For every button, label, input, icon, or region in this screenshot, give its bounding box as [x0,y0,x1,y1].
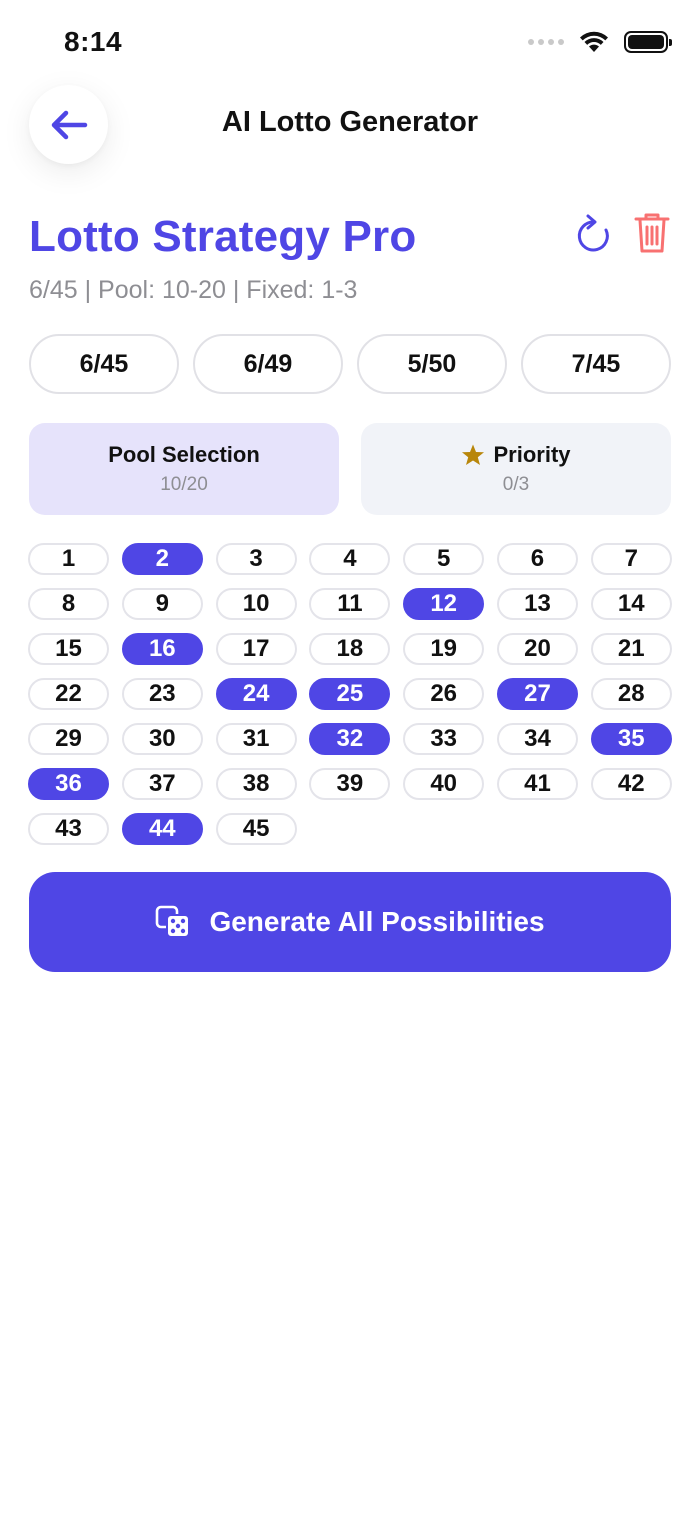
number-chip-1[interactable]: 1 [28,543,109,575]
lotto-generator-screen: 8:14 AI Lotto Generator Lotto Strategy P… [0,0,700,1515]
strategy-title: Lotto Strategy Pro [29,212,417,261]
tab-pool-selection[interactable]: Pool Selection 10/20 [29,423,339,515]
number-chip-4[interactable]: 4 [309,543,391,575]
format-pill-5-50[interactable]: 5/50 [357,334,507,394]
number-chip-9[interactable]: 9 [121,588,203,620]
signal-icon [528,39,564,45]
number-chip-20[interactable]: 20 [496,633,578,665]
tab-priority-label: Priority [493,442,571,467]
generate-all-button[interactable]: Generate All Possibilities [29,872,671,972]
number-chip-39[interactable]: 39 [309,768,391,800]
number-chip-34[interactable]: 34 [496,723,578,755]
number-chip-40[interactable]: 40 [403,768,485,800]
number-chip-22[interactable]: 22 [28,678,109,710]
number-chip-7[interactable]: 7 [590,543,672,575]
number-chip-8[interactable]: 8 [28,588,109,620]
battery-icon [624,31,672,53]
number-grid: 1 2 3 4 5 6 7 8 9 10 11 12 13 14 15 16 17 18 19 20 21 22 23 24 2… [28,543,672,845]
number-chip-13[interactable]: 13 [496,588,578,620]
number-chip-25[interactable]: 25 [309,678,391,710]
number-chip-5[interactable]: 5 [403,543,485,575]
number-chip-27[interactable]: 27 [496,678,578,710]
trash-icon [634,213,670,253]
number-chip-36[interactable]: 36 [28,768,109,800]
number-chip-16[interactable]: 16 [121,633,203,665]
number-chip-6[interactable]: 6 [496,543,578,575]
tab-priority-label-row: Priority [461,442,571,468]
number-chip-3[interactable]: 3 [215,543,297,575]
number-chip-21[interactable]: 21 [590,633,672,665]
number-chip-30[interactable]: 30 [121,723,203,755]
tab-priority-count: 0/3 [502,474,530,495]
number-chip-26[interactable]: 26 [403,678,485,710]
number-chip-41[interactable]: 41 [496,768,578,800]
wifi-icon [580,31,608,52]
number-chip-43[interactable]: 43 [28,813,109,845]
refresh-icon [577,214,609,252]
number-chip-28[interactable]: 28 [590,678,672,710]
number-chip-17[interactable]: 17 [215,633,297,665]
number-chip-44[interactable]: 44 [121,813,203,845]
number-chip-45[interactable]: 45 [215,813,297,845]
dice-icon [156,905,191,938]
generate-all-label: Generate All Possibilities [209,906,545,937]
number-chip-37[interactable]: 37 [121,768,203,800]
page-title: AI Lotto Generator [221,106,479,138]
tab-pool-selection-label: Pool Selection [108,442,260,467]
star-icon [462,444,485,465]
number-chip-18[interactable]: 18 [309,633,391,665]
number-chip-29[interactable]: 29 [28,723,109,755]
number-chip-23[interactable]: 23 [121,678,203,710]
number-chip-38[interactable]: 38 [215,768,297,800]
number-chip-12[interactable]: 12 [403,588,485,620]
number-chip-2[interactable]: 2 [121,543,203,575]
tab-priority[interactable]: Priority 0/3 [361,423,671,515]
mode-tabs: Pool Selection 10/20 Priority 0/3 [29,423,671,515]
status-icons [528,30,672,54]
format-pill-6-49[interactable]: 6/49 [193,334,343,394]
strategy-subtitle: 6/45 | Pool: 10-20 | Fixed: 1-3 [29,276,358,304]
number-chip-11[interactable]: 11 [309,588,391,620]
number-chip-19[interactable]: 19 [403,633,485,665]
format-pill-6-45[interactable]: 6/45 [29,334,179,394]
delete-button[interactable] [632,210,672,256]
status-time: 8:14 [64,26,123,57]
number-chip-33[interactable]: 33 [403,723,485,755]
number-chip-15[interactable]: 15 [28,633,109,665]
number-chip-14[interactable]: 14 [590,588,672,620]
number-chip-32[interactable]: 32 [309,723,391,755]
refresh-button[interactable] [572,212,612,256]
number-chip-10[interactable]: 10 [215,588,297,620]
tab-pool-selection-count: 10/20 [160,474,208,495]
number-chip-42[interactable]: 42 [590,768,672,800]
status-bar: 8:14 [0,0,700,90]
number-chip-35[interactable]: 35 [590,723,672,755]
number-chip-24[interactable]: 24 [215,678,297,710]
format-selector: 6/45 6/49 5/50 7/45 [29,334,671,394]
format-pill-7-45[interactable]: 7/45 [521,334,671,394]
number-chip-31[interactable]: 31 [215,723,297,755]
